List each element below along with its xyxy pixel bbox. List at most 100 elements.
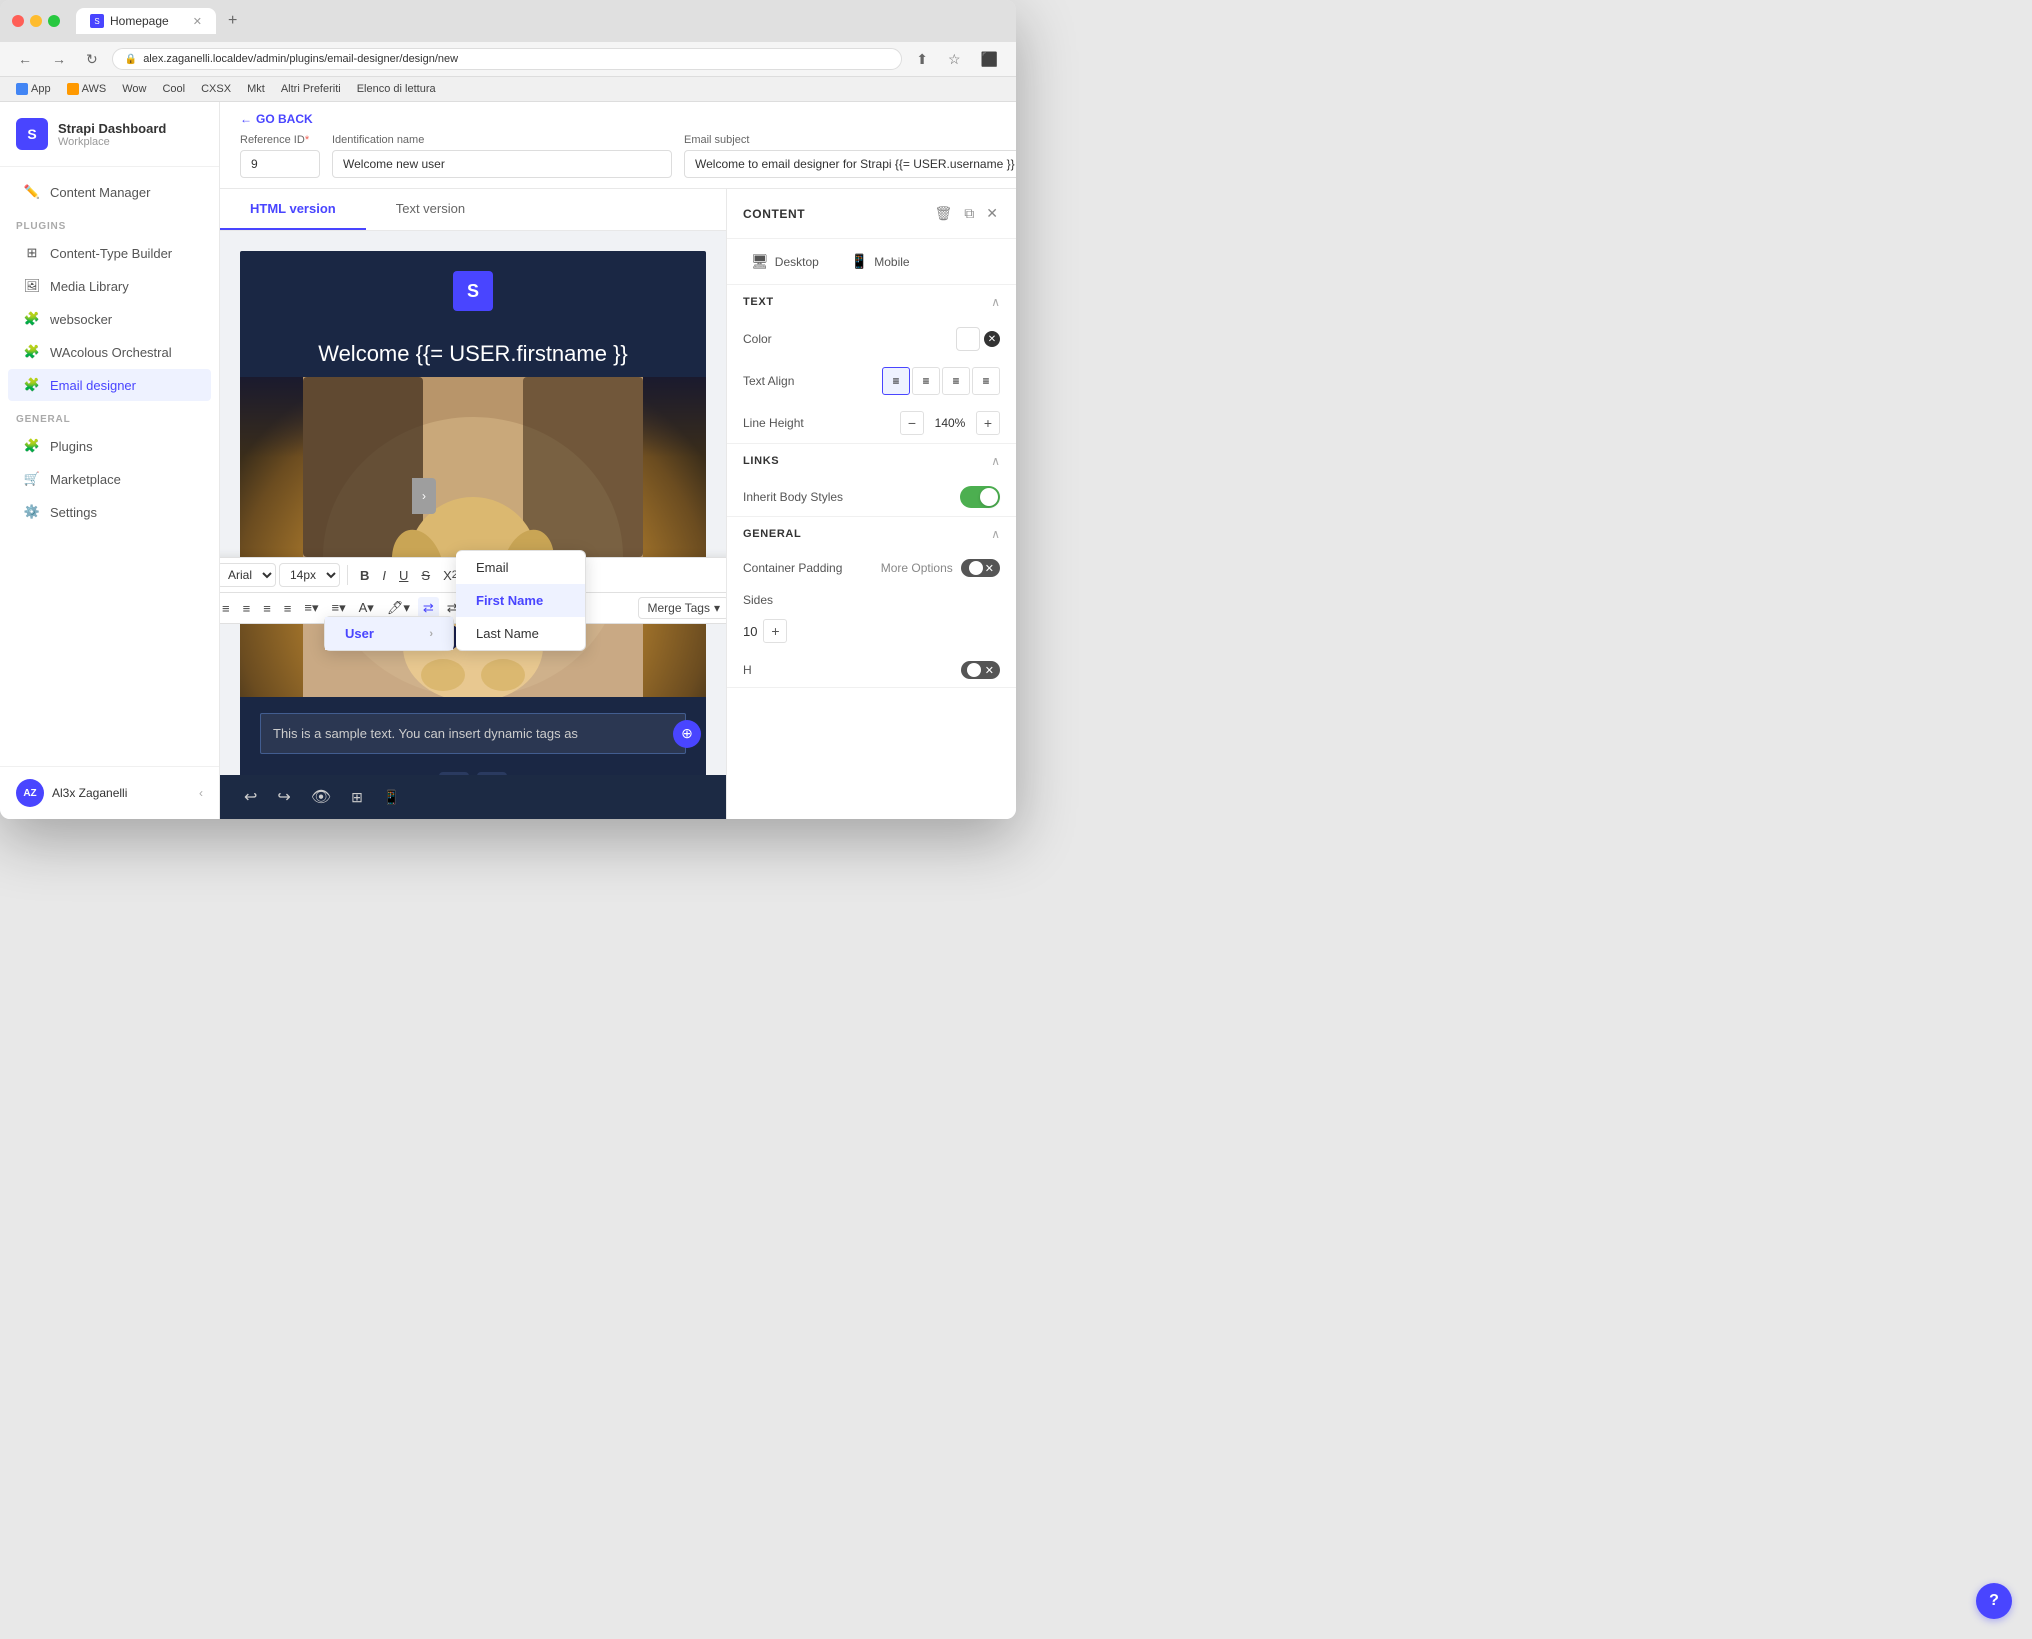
email-subject-input[interactable] bbox=[684, 150, 1016, 178]
line-height-decrease[interactable]: − bbox=[900, 411, 924, 435]
sidebar-item-settings[interactable]: ⚙️ Settings bbox=[8, 496, 211, 528]
mobile-option[interactable]: 📱 Mobile bbox=[843, 249, 918, 274]
color-swatch[interactable] bbox=[956, 327, 980, 351]
desktop-option[interactable]: 🖥 Desktop bbox=[743, 249, 827, 274]
bookmark-elenco[interactable]: Elenco di lettura bbox=[353, 81, 440, 97]
share-button[interactable]: ⬆ bbox=[910, 49, 934, 70]
merge-tags-button[interactable]: Merge Tags ▾ bbox=[638, 597, 726, 619]
sidebar-nav: ✏️ Content Manager PLUGINS ⊞ Content-Typ… bbox=[0, 167, 219, 766]
preview-button[interactable]: 👁 bbox=[307, 783, 335, 811]
bold-button[interactable]: B bbox=[355, 565, 374, 586]
refresh-button[interactable]: ↻ bbox=[80, 49, 104, 70]
links-section-header[interactable]: LINKS ∧ bbox=[727, 444, 1016, 478]
links-section-toggle: ∧ bbox=[991, 454, 1000, 468]
mobile-view-button[interactable]: 📱 bbox=[379, 785, 404, 810]
minimize-dot[interactable] bbox=[30, 15, 42, 27]
general-section-header[interactable]: GENERAL ∧ bbox=[727, 517, 1016, 551]
browser-tab[interactable]: S Homepage ✕ bbox=[76, 8, 216, 34]
text-section-header[interactable]: TEXT ∧ bbox=[727, 285, 1016, 319]
address-bar[interactable]: 🔒 alex.zaganelli.localdev/admin/plugins/… bbox=[112, 48, 903, 70]
new-tab-button[interactable]: + bbox=[228, 12, 237, 30]
align-right-btn[interactable]: ≡ bbox=[942, 367, 970, 395]
align-justify-button[interactable]: ≡ bbox=[279, 598, 297, 619]
sidebar-item-wacolous[interactable]: 🧩 WAcolous Orchestral bbox=[8, 336, 211, 368]
bookmark-cxsx[interactable]: CXSX bbox=[197, 81, 235, 97]
align-right-button[interactable]: ≡ bbox=[258, 598, 276, 619]
color-remove-button[interactable]: ✕ bbox=[984, 331, 1000, 347]
extensions-button[interactable]: ⬛ bbox=[975, 49, 1004, 70]
more-options-toggle[interactable]: ✕ bbox=[961, 559, 1000, 577]
toolbar-divider bbox=[347, 565, 348, 585]
tab-close-btn[interactable]: ✕ bbox=[193, 15, 202, 28]
star-button[interactable]: ☆ bbox=[942, 49, 967, 70]
underline-button[interactable]: U bbox=[394, 565, 413, 586]
tab-favicon: S bbox=[90, 14, 104, 28]
bookmark-wow[interactable]: Wow bbox=[118, 81, 150, 97]
id-name-input[interactable] bbox=[332, 150, 672, 178]
line-height-increase[interactable]: + bbox=[976, 411, 1000, 435]
sidebar-item-email-designer[interactable]: 🧩 Email designer bbox=[8, 369, 211, 401]
cursor-icon-btn[interactable]: ⊕ bbox=[673, 720, 701, 748]
align-center-button[interactable]: ≡ bbox=[238, 598, 256, 619]
merge-tag-last-name[interactable]: Last Name bbox=[456, 617, 585, 650]
align-justify-btn[interactable]: ≡ bbox=[972, 367, 1000, 395]
redo-button[interactable]: ↪ bbox=[273, 783, 294, 811]
sidebar-footer[interactable]: AZ Al3x Zaganelli ‹ bbox=[0, 766, 219, 819]
forward-button[interactable]: → bbox=[46, 49, 72, 69]
help-button[interactable]: ? bbox=[1976, 1583, 2012, 1619]
sidebar-item-websocker[interactable]: 🧩 websocker bbox=[8, 303, 211, 335]
bookmark-altri[interactable]: Altri Preferiti bbox=[277, 81, 345, 97]
maximize-dot[interactable] bbox=[48, 15, 60, 27]
ref-id-input[interactable] bbox=[240, 150, 320, 178]
unordered-list-button[interactable]: ≡▾ bbox=[299, 597, 323, 619]
sides-increase[interactable]: + bbox=[763, 619, 787, 643]
bookmark-mkt[interactable]: Mkt bbox=[243, 81, 269, 97]
tab-text-version[interactable]: Text version bbox=[366, 189, 495, 230]
tab-html-version[interactable]: HTML version bbox=[220, 189, 366, 230]
inherit-body-toggle[interactable] bbox=[960, 486, 1000, 508]
align-left-btn[interactable]: ≡ bbox=[882, 367, 910, 395]
collapse-panel-arrow[interactable]: › bbox=[412, 478, 436, 514]
bookmark-aws[interactable]: AWS bbox=[63, 81, 111, 97]
bookmark-cool[interactable]: Cool bbox=[158, 81, 189, 97]
italic-button[interactable]: I bbox=[377, 565, 391, 586]
delete-panel-button[interactable]: 🗑 bbox=[932, 203, 954, 224]
nav-label: WAcolous Orchestral bbox=[50, 345, 172, 360]
close-panel-button[interactable]: ✕ bbox=[984, 203, 1000, 224]
desktop-label: Desktop bbox=[775, 255, 819, 269]
merge-tag-first-name[interactable]: First Name bbox=[456, 584, 585, 617]
sidebar-item-plugins[interactable]: 🧩 Plugins bbox=[8, 430, 211, 462]
undo-button[interactable]: ↩ bbox=[240, 783, 261, 811]
bookmark-apps[interactable]: App bbox=[12, 81, 55, 97]
back-button[interactable]: ← bbox=[12, 49, 38, 69]
general-section-title: GENERAL bbox=[743, 528, 801, 540]
back-link[interactable]: ← GO BACK bbox=[240, 112, 1016, 126]
email-subject-field-group: Email subject bbox=[684, 134, 1016, 178]
mobile-label: Mobile bbox=[874, 255, 909, 269]
align-left-button[interactable]: ≡ bbox=[220, 598, 235, 619]
text-section-toggle: ∧ bbox=[991, 295, 1000, 309]
email-subject-label: Email subject bbox=[684, 134, 1016, 146]
align-center-btn[interactable]: ≡ bbox=[912, 367, 940, 395]
strikethrough-button[interactable]: S bbox=[416, 565, 435, 586]
sidebar-item-marketplace[interactable]: 🛒 Marketplace bbox=[8, 463, 211, 495]
edit-icon: ✏️ bbox=[24, 184, 40, 200]
bookmark-label: App bbox=[31, 83, 51, 95]
duplicate-panel-button[interactable]: ⧉ bbox=[962, 203, 976, 224]
hide-toggle[interactable]: ✕ bbox=[961, 661, 1000, 679]
desktop-view-button[interactable]: ⊞ bbox=[347, 785, 367, 810]
merge-tags-dropdown: User › bbox=[324, 616, 454, 651]
text-editor-area[interactable]: This is a sample text. You can insert dy… bbox=[260, 713, 686, 754]
merge-tag-email[interactable]: Email bbox=[456, 551, 585, 584]
font-family-select[interactable]: Arial bbox=[220, 563, 276, 587]
merge-tags-user-item[interactable]: User › bbox=[325, 617, 453, 650]
user-avatar: AZ bbox=[16, 779, 44, 807]
sidebar-item-media-library[interactable]: 🖼 Media Library bbox=[8, 270, 211, 302]
line-height-label: Line Height bbox=[743, 416, 804, 430]
font-size-select[interactable]: 14px bbox=[279, 563, 340, 587]
ref-id-label: Reference ID* bbox=[240, 134, 320, 146]
sidebar-item-content-manager[interactable]: ✏️ Content Manager bbox=[8, 176, 211, 208]
close-dot[interactable] bbox=[12, 15, 24, 27]
sidebar-item-content-type-builder[interactable]: ⊞ Content-Type Builder bbox=[8, 237, 211, 269]
email-canvas: S Welcome {{= USER.firstname }} bbox=[240, 251, 706, 799]
